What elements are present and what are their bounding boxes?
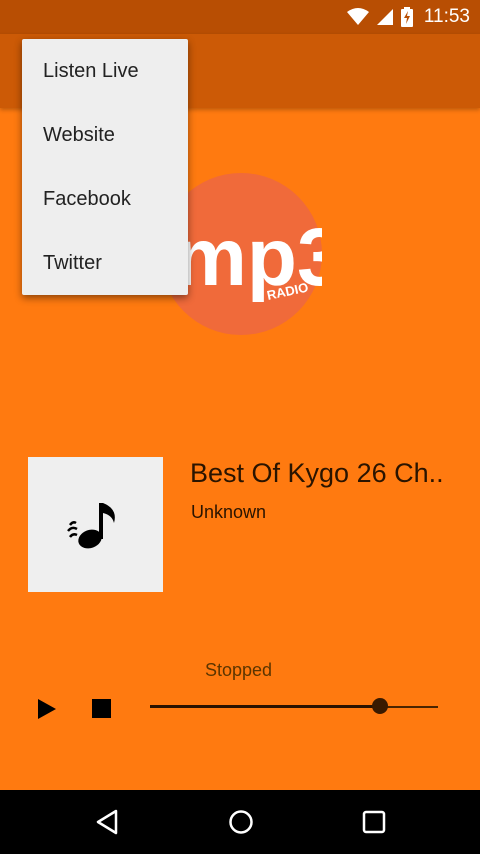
track-artist: Unknown bbox=[191, 502, 267, 522]
back-icon[interactable] bbox=[94, 808, 120, 836]
menu-item-listen-live[interactable]: Listen Live bbox=[22, 39, 188, 103]
play-icon[interactable] bbox=[36, 697, 58, 721]
menu-item-facebook[interactable]: Facebook bbox=[22, 167, 188, 231]
menu-item-twitter[interactable]: Twitter bbox=[22, 231, 188, 295]
battery-charging-icon bbox=[400, 7, 413, 27]
status-icons: 11:53 bbox=[346, 0, 470, 34]
wifi-icon bbox=[346, 8, 369, 25]
cell-signal-icon bbox=[376, 9, 393, 25]
album-art bbox=[28, 457, 163, 592]
player-state-text: Stopped bbox=[205, 660, 273, 680]
navigation-bar bbox=[0, 790, 480, 854]
menu-item-website[interactable]: Website bbox=[22, 103, 188, 167]
recents-icon[interactable] bbox=[361, 808, 387, 836]
overflow-menu: Listen Live Website Facebook Twitter bbox=[22, 39, 188, 295]
stop-icon[interactable] bbox=[92, 699, 111, 718]
home-icon[interactable] bbox=[227, 808, 255, 836]
seek-bar-progress bbox=[150, 705, 380, 708]
track-title: Best Of Kygo 26 Ch.. bbox=[190, 458, 444, 488]
music-note-icon bbox=[67, 503, 115, 549]
status-bar: 11:53 bbox=[0, 0, 480, 34]
seek-bar-thumb[interactable] bbox=[372, 698, 388, 714]
status-time: 11:53 bbox=[423, 6, 470, 27]
